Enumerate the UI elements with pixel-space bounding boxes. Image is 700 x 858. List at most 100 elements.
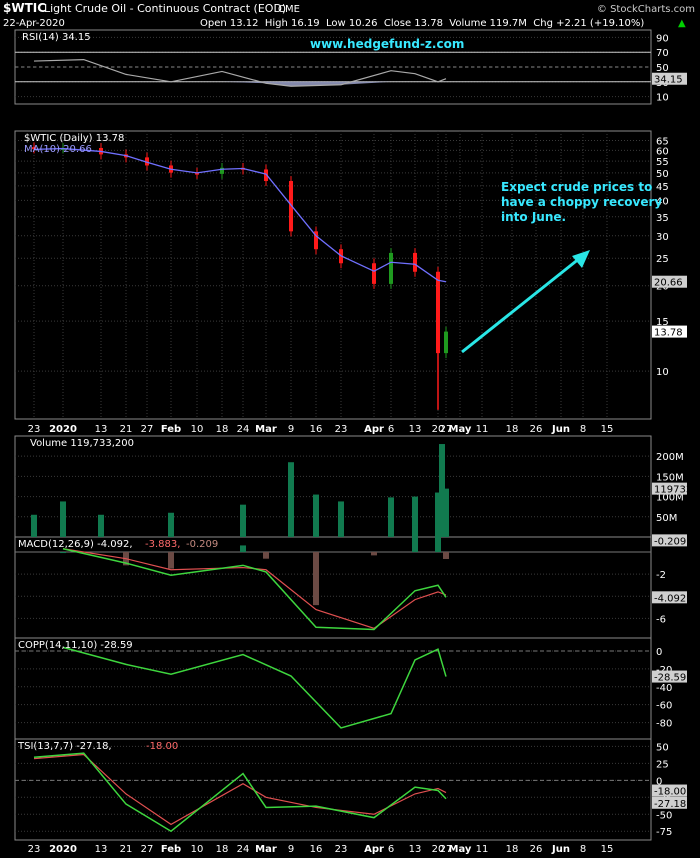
x-tick-label-bottom: Jun <box>551 844 570 855</box>
x-tick-label-top: 10 <box>191 424 204 435</box>
x-tick-label-top: 15 <box>601 424 614 435</box>
ma-value-tag: 20.66 <box>654 278 683 289</box>
x-tick-label-bottom: 23 <box>28 844 41 855</box>
macd-hist-bar <box>435 532 441 553</box>
price-tick: 50 <box>656 169 669 180</box>
candle-body <box>444 331 448 354</box>
x-tick-label-top: Mar <box>255 424 277 435</box>
price-tick: 30 <box>656 232 669 243</box>
copp-value-tag: -28.59 <box>654 673 686 684</box>
macd-tick: -2 <box>656 570 666 581</box>
volume-bar <box>240 504 246 537</box>
x-tick-label-bottom: 21 <box>120 844 133 855</box>
copp-line <box>62 646 447 729</box>
x-tick-label-bottom: 6 <box>388 844 394 855</box>
rsi-value-tag: 34.15 <box>654 75 683 86</box>
x-tick-label-top: 8 <box>580 424 586 435</box>
rsi-tick: 90 <box>656 33 669 44</box>
x-tick-label-top: 16 <box>310 424 323 435</box>
x-tick-label-bottom: Feb <box>161 844 181 855</box>
macd-hist-bar <box>443 552 449 559</box>
x-tick-label-bottom: 10 <box>191 844 204 855</box>
price-tick: 25 <box>656 254 669 265</box>
volume-bar <box>60 501 66 537</box>
price-tick: 35 <box>656 213 669 224</box>
instrument-name: Light Crude Oil - Continuous Contract (E… <box>44 2 286 15</box>
x-tick-label-bottom: Mar <box>255 844 277 855</box>
x-tick-label-top: 21 <box>120 424 133 435</box>
tsi-tick: 25 <box>656 759 669 770</box>
x-tick-label-top: 23 <box>335 424 348 435</box>
volume-tick: 50M <box>656 513 677 524</box>
x-tick-label-bottom: 24 <box>237 844 250 855</box>
x-tick-label-bottom: 18 <box>216 844 229 855</box>
volume-value-tag: 119733200 <box>654 485 700 496</box>
x-tick-label-bottom: 8 <box>580 844 586 855</box>
x-tick-label-bottom: 13 <box>409 844 422 855</box>
x-tick-label-bottom: 16 <box>310 844 323 855</box>
x-tick-label-top: 6 <box>388 424 394 435</box>
x-tick-label-top: 26 <box>530 424 543 435</box>
x-tick-label-bottom: 15 <box>601 844 614 855</box>
copp-tick: 0 <box>656 647 662 658</box>
volume-label: Volume 119,733,200 <box>30 438 134 449</box>
rsi-tick: 70 <box>656 48 669 59</box>
x-tick-label-bottom: 13 <box>95 844 108 855</box>
volume-bar <box>288 462 294 537</box>
copp-panel <box>14 637 652 740</box>
chart-container: $WTIC Light Crude Oil - Continuous Contr… <box>0 0 700 858</box>
price-panel <box>14 130 652 420</box>
annotation-line-2: have a choppy recovery <box>501 195 662 209</box>
x-tick-label-top: 13 <box>95 424 108 435</box>
tsi-panel <box>14 738 652 841</box>
ma10-line <box>33 147 447 283</box>
close-value-tag: 13.78 <box>654 328 683 339</box>
price-tick: 10 <box>656 367 669 378</box>
tsi-value-tag: -27.18 <box>654 799 686 810</box>
rsi-tick: 10 <box>656 93 669 104</box>
x-tick-label-top: Jun <box>551 424 570 435</box>
x-tick-label-top: 13 <box>409 424 422 435</box>
macd-hist-bar <box>313 552 319 606</box>
watermark: © StockCharts.com <box>597 4 695 15</box>
macd-signal-label: -3.883, <box>145 539 180 550</box>
x-tick-label-top: May <box>449 424 472 435</box>
x-tick-label-bottom: Apr <box>364 844 384 855</box>
tsi-label: TSI(13,7,7) -27.18, <box>17 741 112 752</box>
volume-tick: 150M <box>656 472 684 483</box>
x-tick-label-bottom: 18 <box>506 844 519 855</box>
volume-bar <box>313 494 319 537</box>
x-tick-label-bottom: 23 <box>335 844 348 855</box>
x-tick-label-bottom: 9 <box>288 844 294 855</box>
macd-hist-bar <box>60 552 66 554</box>
forecast-arrow-head <box>572 250 590 268</box>
macd-hist-bar <box>263 552 269 559</box>
x-tick-label-bottom: May <box>449 844 472 855</box>
copp-tick: -40 <box>656 683 672 694</box>
macd-hist-bar <box>371 552 377 556</box>
ma-label: MA(10) 20.66 <box>24 144 92 155</box>
volume-bar <box>98 514 104 537</box>
volume-tick: 200M <box>656 452 684 463</box>
tsi-line <box>33 752 447 833</box>
x-tick-label-top: 24 <box>237 424 250 435</box>
rsi-tick: 50 <box>656 63 669 74</box>
annotation-line-1: Expect crude prices to <box>501 180 652 194</box>
tsi-signal-tag: -18.00 <box>654 787 686 798</box>
exchange-label: CME <box>278 4 300 15</box>
macd-hist-bar <box>240 545 246 553</box>
volume-bar <box>443 488 449 537</box>
x-tick-label-top: 23 <box>28 424 41 435</box>
volume-bar <box>168 512 174 537</box>
candle-body <box>389 252 393 284</box>
x-tick-label-top: 18 <box>216 424 229 435</box>
x-tick-label-bottom: 27 <box>141 844 154 855</box>
x-tick-label-top: 27 <box>141 424 154 435</box>
candle-body <box>372 263 376 284</box>
site-url: www.hedgefund-z.com <box>310 37 464 51</box>
forecast-arrow <box>461 256 581 354</box>
volume-bar <box>338 501 344 537</box>
volume-panel <box>14 435 652 538</box>
copp-tick: -60 <box>656 701 672 712</box>
x-tick-label-top: 11 <box>476 424 489 435</box>
